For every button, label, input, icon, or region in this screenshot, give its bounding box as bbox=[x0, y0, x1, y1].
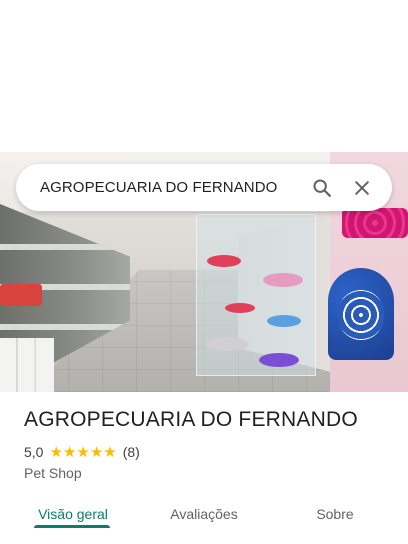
star-icon: ★ bbox=[62, 442, 77, 461]
top-blank-area bbox=[0, 0, 408, 152]
star-icon: ★ bbox=[89, 442, 104, 461]
active-tab-indicator bbox=[34, 525, 110, 528]
rating-value: 5,0 bbox=[24, 444, 44, 460]
tab-label: Visão geral bbox=[38, 506, 108, 522]
photo-red-tray bbox=[0, 284, 42, 306]
tab-overview[interactable]: Visão geral bbox=[0, 492, 146, 536]
tab-label: Sobre bbox=[316, 506, 354, 522]
close-icon[interactable] bbox=[342, 164, 382, 211]
tab-reviews[interactable]: Avaliações bbox=[146, 492, 262, 536]
star-rating: ★ ★ ★ ★ ★ bbox=[49, 442, 117, 461]
place-title: AGROPECUARIA DO FERNANDO bbox=[24, 408, 358, 431]
search-icon[interactable] bbox=[302, 164, 342, 211]
tab-about[interactable]: Sobre bbox=[262, 492, 408, 536]
review-count[interactable]: (8) bbox=[123, 444, 140, 460]
search-bar[interactable]: AGROPECUARIA DO FERNANDO bbox=[16, 164, 392, 211]
place-category[interactable]: Pet Shop bbox=[24, 465, 82, 481]
tab-bar: Visão geral Avaliações Sobre bbox=[0, 492, 408, 544]
rating-row[interactable]: 5,0 ★ ★ ★ ★ ★ (8) bbox=[24, 444, 140, 460]
star-icon: ★ bbox=[49, 442, 63, 461]
star-icon: ★ bbox=[76, 442, 90, 461]
photo-white-jugs bbox=[0, 338, 54, 392]
photo-glass-case bbox=[196, 214, 316, 376]
photo-blue-pet-bed bbox=[328, 268, 394, 360]
star-icon: ★ bbox=[103, 442, 117, 461]
photo-pink-cushion bbox=[342, 208, 408, 238]
tab-label: Avaliações bbox=[170, 506, 238, 522]
search-input[interactable]: AGROPECUARIA DO FERNANDO bbox=[40, 179, 302, 196]
